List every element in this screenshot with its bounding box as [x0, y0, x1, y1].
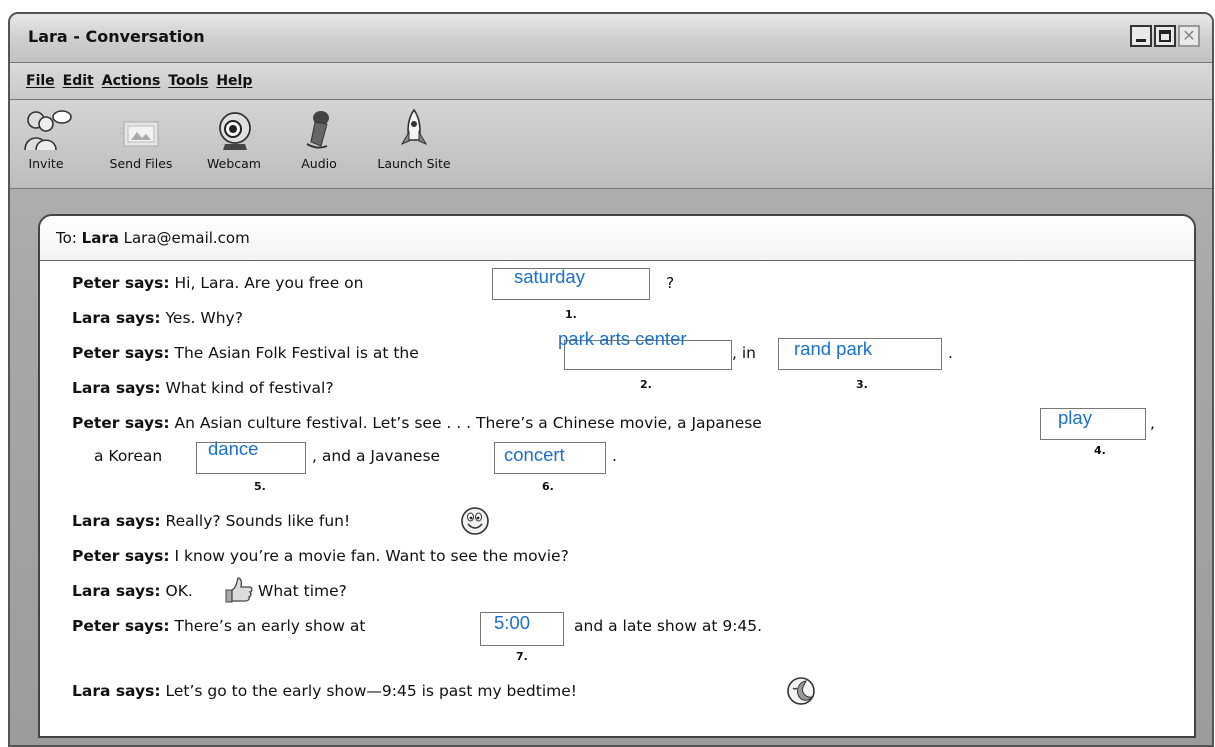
blank-number-5: 5.	[254, 480, 266, 493]
recipient: To: Lara Lara@email.com	[56, 229, 250, 247]
conversation-window: Lara - Conversation ✕ File Edit Actions …	[8, 12, 1214, 747]
message-line: Lara says: Yes. Why?	[72, 309, 243, 327]
speaker: Peter says:	[72, 344, 170, 362]
blank-number-7: 7.	[516, 650, 528, 663]
chat-panel: To: Lara Lara@email.com Peter says: Hi, …	[38, 214, 1196, 738]
menu-file[interactable]: File	[26, 73, 55, 89]
message-text: a Korean	[94, 447, 163, 465]
launch-site-label: Launch Site	[377, 156, 451, 171]
punctuation: ,	[1150, 414, 1155, 432]
recipient-bar: To: Lara Lara@email.com	[40, 216, 1194, 261]
message-text: What time?	[258, 582, 347, 600]
answer-1: saturday	[514, 266, 585, 287]
answer-5: dance	[208, 438, 259, 459]
people-icon	[24, 110, 72, 151]
answer-6: concert	[504, 444, 565, 465]
webcam-icon	[219, 112, 251, 150]
audio-button[interactable]: Audio	[296, 108, 342, 171]
send-files-label: Send Files	[109, 156, 173, 171]
to-label: To:	[56, 229, 77, 247]
punctuation: .	[948, 344, 953, 362]
menu-edit[interactable]: Edit	[63, 73, 94, 89]
message-line: Peter says: There’s an early show at	[72, 617, 365, 635]
message-text: OK.	[165, 582, 193, 600]
connector-text: , and a Javanese	[312, 447, 441, 465]
window-title: Lara - Conversation	[28, 27, 205, 46]
message-line: Lara says: Really? Sounds like fun!	[72, 512, 350, 530]
message-text: Hi, Lara. Are you free on	[174, 274, 364, 292]
message-line: Peter says: I know you’re a movie fan. W…	[72, 547, 569, 565]
speaker: Lara says:	[72, 379, 161, 397]
speaker: Lara says:	[72, 309, 161, 327]
message-line: Peter says: The Asian Folk Festival is a…	[72, 344, 419, 362]
smiley-icon	[461, 507, 489, 535]
send-files-button[interactable]: Send Files	[108, 108, 174, 171]
message-text: and a late show at 9:45.	[574, 617, 763, 635]
recipient-email: Lara@email.com	[123, 229, 250, 247]
message-text: The Asian Folk Festival is at the	[174, 344, 419, 362]
launch-site-button[interactable]: Launch Site	[368, 108, 460, 171]
answer-3: rand park	[794, 338, 873, 359]
blank-number-3: 3.	[856, 378, 868, 391]
toolbar: Invite Send Files Webcam Audio Launch Si…	[10, 100, 1212, 189]
answer-4: play	[1058, 407, 1092, 428]
speaker: Peter says:	[72, 274, 170, 292]
thumbs-up-icon	[225, 577, 253, 603]
webcam-button[interactable]: Webcam	[202, 108, 266, 171]
close-button[interactable]: ✕	[1178, 25, 1200, 47]
menu-actions[interactable]: Actions	[102, 73, 161, 89]
blank-number-4: 4.	[1094, 444, 1106, 457]
punctuation: .	[612, 447, 617, 465]
speaker: Lara says:	[72, 512, 161, 530]
sleepy-moon-icon	[787, 677, 815, 705]
title-bar: Lara - Conversation ✕	[10, 14, 1212, 63]
punctuation: ?	[666, 274, 675, 292]
rocket-icon	[400, 108, 428, 146]
message-text: I know you’re a movie fan. Want to see t…	[174, 547, 569, 565]
menu-tools[interactable]: Tools	[168, 73, 208, 89]
message-line: Peter says: An Asian culture festival. L…	[72, 414, 762, 432]
speaker: Peter says:	[72, 547, 170, 565]
recipient-name: Lara	[81, 229, 119, 247]
files-icon	[120, 121, 159, 147]
window-controls: ✕	[1130, 25, 1200, 47]
speaker: Lara says:	[72, 682, 161, 700]
menu-bar: File Edit Actions Tools Help	[10, 63, 1212, 100]
speaker: Lara says:	[72, 582, 161, 600]
speaker: Peter says:	[72, 617, 170, 635]
microphone-icon	[306, 111, 329, 149]
message-text: Let’s go to the early show—9:45 is past …	[165, 682, 577, 700]
message-line: Lara says: What kind of festival?	[72, 379, 334, 397]
invite-button[interactable]: Invite	[22, 108, 72, 171]
message-line: Peter says: Hi, Lara. Are you free on	[72, 274, 364, 292]
punctuation: , in	[732, 344, 756, 362]
blank-number-1: 1.	[565, 308, 577, 321]
message-line: Lara says: Let’s go to the early show—9:…	[72, 682, 577, 700]
menu-help[interactable]: Help	[216, 73, 252, 89]
message-text: An Asian culture festival. Let’s see . .…	[174, 414, 762, 432]
blank-number-2: 2.	[640, 378, 652, 391]
message-line: a Korean	[94, 447, 162, 465]
maximize-button[interactable]	[1154, 25, 1176, 47]
message-text: What kind of festival?	[165, 379, 334, 397]
message-text: Really? Sounds like fun!	[165, 512, 351, 530]
minimize-button[interactable]	[1130, 25, 1152, 47]
message-text: There’s an early show at	[174, 617, 366, 635]
audio-label: Audio	[301, 156, 337, 171]
invite-label: Invite	[28, 156, 64, 171]
message-text: Yes. Why?	[165, 309, 243, 327]
answer-7: 5:00	[494, 612, 531, 633]
answer-2: park arts center	[558, 328, 687, 349]
message-line: Lara says: OK.	[72, 582, 193, 600]
webcam-label: Webcam	[207, 156, 261, 171]
blank-number-6: 6.	[542, 480, 554, 493]
speaker: Peter says:	[72, 414, 170, 432]
answer-blank-4[interactable]	[1040, 408, 1146, 440]
